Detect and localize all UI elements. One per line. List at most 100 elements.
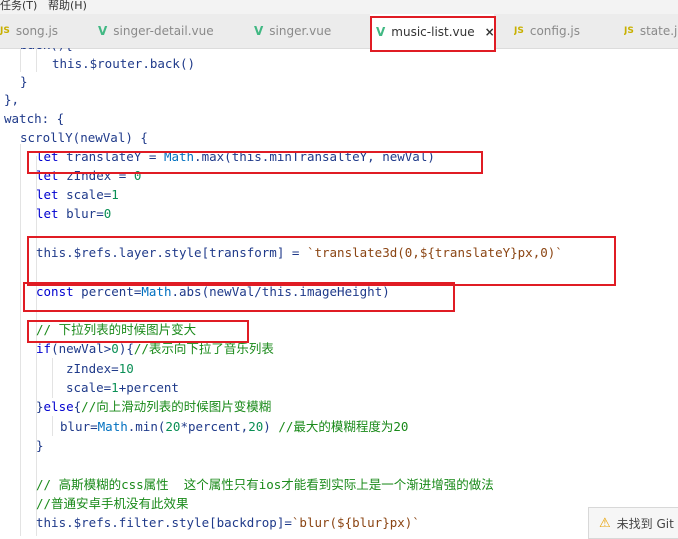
code-line: }	[36, 436, 44, 455]
code-token: // 高斯模糊的css属性 这个属性只有ios才能看到实际上是一个渐进增强的做法	[36, 477, 494, 492]
code-line: let scale=1	[36, 185, 119, 204]
code-token: let	[36, 206, 59, 221]
code-line: let translateY = Math.max(this.minTransa…	[36, 147, 435, 166]
code-token: //普通安卓手机没有此效果	[36, 496, 189, 511]
code-token: *percent,	[180, 419, 249, 434]
code-token: Math	[163, 149, 195, 164]
git-notification[interactable]: ⚠ 未找到 Git	[588, 507, 678, 539]
code-token: let	[36, 168, 59, 183]
code-token: translateY =	[58, 149, 164, 164]
code-token: Math	[141, 284, 172, 299]
js-file-icon: JS	[514, 26, 524, 36]
code-token: .min(	[127, 419, 166, 434]
code-token: Math	[97, 419, 128, 434]
vue-file-icon: V	[98, 24, 108, 38]
notification-text: 未找到 Git	[616, 516, 674, 531]
code-line: //普通安卓手机没有此效果	[36, 494, 189, 513]
code-line: let blur=0	[36, 204, 111, 223]
code-token: back(){	[20, 48, 73, 52]
code-token: // 下拉列表的时候图片变大	[36, 322, 197, 337]
code-token: .minTransalteY, newVal)	[261, 149, 435, 164]
tab-label: config.js	[529, 24, 580, 38]
code-token: (newVal>	[51, 341, 112, 356]
code-token: const	[36, 284, 74, 299]
code-token: .abs(newVal/	[171, 284, 262, 299]
tab-config-js[interactable]: JS config.js	[514, 14, 604, 48]
code-token: let	[36, 187, 59, 202]
vue-file-icon: V	[254, 24, 264, 38]
code-line: scale=1+percent	[66, 378, 179, 397]
code-line: let zIndex = 0	[36, 166, 141, 185]
code-token: zIndex =	[58, 168, 134, 183]
code-token: },	[4, 92, 20, 107]
code-token: .$refs.layer.style[transform] =	[66, 245, 307, 260]
code-line: watch: {	[4, 109, 64, 128]
code-token: +percent	[118, 380, 179, 395]
code-token: //表示向下拉了音乐列表	[133, 341, 274, 356]
tab-music-list-vue[interactable]: V music-list.vue ×	[370, 14, 494, 49]
code-token: this	[52, 56, 83, 71]
tab-song-js[interactable]: JS song.js	[0, 14, 80, 48]
code-line: },	[4, 90, 19, 109]
code-line: scrollY(newVal) {	[20, 128, 148, 147]
code-token: 10	[118, 361, 134, 376]
code-token: this	[36, 245, 67, 260]
code-line: zIndex=10	[66, 359, 134, 378]
code-token: }	[36, 438, 44, 453]
code-token: this	[231, 149, 262, 164]
code-token: )	[263, 419, 279, 434]
code-token: }	[20, 74, 28, 89]
code-token: this	[36, 515, 67, 530]
tab-label: singer-detail.vue	[113, 24, 214, 38]
code-token: if	[36, 341, 52, 356]
tab-state-js[interactable]: JS state.js	[624, 14, 678, 48]
code-token: 0	[103, 206, 112, 221]
code-token: blur=	[60, 419, 98, 434]
code-token: 0	[111, 341, 119, 356]
code-editor[interactable]: back(){ this.$router.back()}}, watch: { scr…	[0, 48, 678, 536]
tab-singer-vue[interactable]: V singer.vue	[254, 14, 364, 48]
code-token: .imageHeight)	[291, 284, 390, 299]
code-token: }	[36, 399, 44, 414]
code-token: `translate3d(0,${translateY}px,0)`	[306, 245, 563, 260]
code-token: percent=	[73, 284, 142, 299]
close-tab-icon[interactable]: ×	[485, 25, 494, 39]
code-token: scale=	[66, 380, 112, 395]
code-line: }	[20, 72, 28, 91]
code-token: `blur(${blur}px)`	[291, 515, 420, 530]
code-token: 20	[165, 419, 181, 434]
menu-item-help[interactable]: 帮助(H)	[48, 0, 87, 13]
code-token: else	[43, 399, 74, 414]
editor-tab-bar: JS song.js V singer-detail.vue V singer.…	[0, 14, 678, 49]
indent-guide	[52, 358, 53, 398]
code-token: ){	[118, 341, 134, 356]
tab-singer-detail-vue[interactable]: V singer-detail.vue	[98, 14, 248, 48]
code-token: scale=	[58, 187, 112, 202]
code-token: .max(	[194, 149, 232, 164]
code-line: }else{//向上滑动列表的时候图片变模糊	[36, 397, 271, 416]
code-line: blur=Math.min(20*percent,20) //最大的模糊程度为2…	[60, 417, 408, 436]
menu-bar: 任务(T) 帮助(H)	[0, 0, 678, 14]
menu-item-tasks[interactable]: 任务(T)	[0, 0, 37, 13]
code-token: watch: {	[4, 111, 65, 126]
code-token: blur=	[58, 206, 104, 221]
code-line: this.$router.back()	[52, 54, 195, 73]
indent-guide	[52, 416, 53, 436]
code-token: this	[261, 284, 292, 299]
indent-guide	[20, 144, 21, 536]
code-line: this.$refs.filter.style[backdrop]=`blur(…	[36, 513, 420, 532]
warning-icon: ⚠	[599, 515, 611, 531]
code-token: 1	[111, 187, 119, 202]
js-file-icon: JS	[624, 26, 634, 36]
code-line: // 下拉列表的时候图片变大	[36, 320, 196, 339]
code-token: let	[36, 149, 59, 164]
code-token: 1	[111, 380, 119, 395]
tab-label: singer.vue	[269, 24, 332, 38]
code-token: 20	[248, 419, 264, 434]
code-token: 0	[133, 168, 142, 183]
js-file-icon: JS	[0, 26, 10, 36]
code-line: if(newVal>0){//表示向下拉了音乐列表	[36, 339, 274, 358]
code-token: .$refs.filter.style[backdrop]=	[66, 515, 292, 530]
code-line: this.$refs.layer.style[transform] = `tra…	[36, 243, 563, 262]
code-line: // 高斯模糊的css属性 这个属性只有ios才能看到实际上是一个渐进增强的做法	[36, 475, 494, 494]
